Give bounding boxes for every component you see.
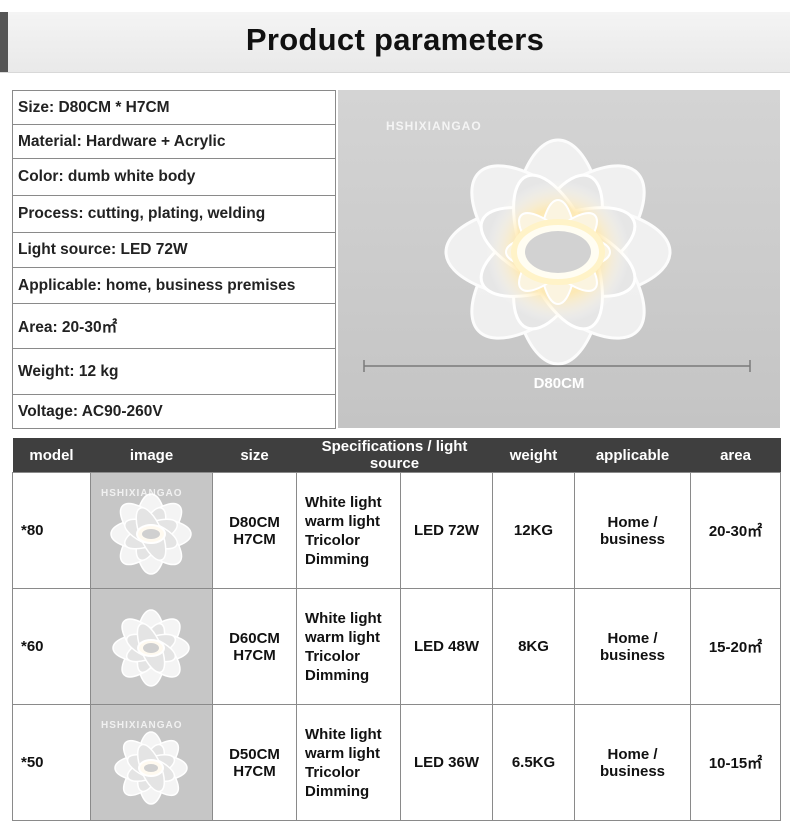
row-size: D80CM H7CM	[212, 472, 297, 589]
spec-material: Material: Hardware + Acrylic	[12, 124, 336, 159]
spec-line: Tricolor	[305, 763, 361, 781]
header-applicable: applicable	[574, 438, 691, 473]
row-area: 20-30㎡	[690, 472, 781, 589]
applicable-line: Home /	[607, 745, 658, 763]
table-row: *50 HSHIXIANGAO D50CM H7CM White light w…	[12, 704, 781, 821]
size-height: H7CM	[233, 646, 276, 664]
row-weight: 6.5KG	[492, 704, 575, 821]
size-diameter: D50CM	[229, 745, 280, 763]
table-header-row: model image size Specifications / light …	[12, 438, 781, 473]
header-size: size	[212, 438, 297, 473]
spec-color: Color: dumb white body	[12, 158, 336, 196]
spec-size: Size: D80CM * H7CM	[12, 90, 336, 125]
model-table: model image size Specifications / light …	[12, 438, 781, 821]
dimension-label: D80CM	[533, 375, 585, 392]
spec-line: Dimming	[305, 782, 370, 800]
row-model: *50	[12, 704, 91, 821]
spec-line: warm light	[305, 512, 381, 530]
row-light-source: LED 72W	[400, 472, 493, 589]
title-bar: Product parameters	[0, 12, 790, 73]
row-image: HSHIXIANGAO	[90, 472, 213, 589]
row-size: D50CM H7CM	[212, 704, 297, 821]
row-weight: 8KG	[492, 588, 575, 705]
size-diameter: D60CM	[229, 629, 280, 647]
spec-line: warm light	[305, 744, 381, 762]
header-weight: weight	[492, 438, 575, 473]
spec-line: Tricolor	[305, 531, 361, 549]
row-model: *80	[12, 472, 91, 589]
page-title: Product parameters	[245, 22, 545, 57]
header-image: image	[90, 438, 213, 473]
row-spec-lines: White light warm light Tricolor Dimming	[296, 704, 401, 821]
applicable-line: business	[599, 530, 666, 548]
size-diameter: D80CM	[229, 513, 280, 531]
header-area: area	[690, 438, 781, 473]
row-area: 10-15㎡	[690, 704, 781, 821]
spec-list: Size: D80CM * H7CM Material: Hardware + …	[12, 90, 336, 429]
spec-line: Tricolor	[305, 647, 361, 665]
row-applicable: Home / business	[574, 588, 691, 705]
applicable-line: business	[599, 762, 666, 780]
spec-light-source: Light source: LED 72W	[12, 232, 336, 268]
row-area: 15-20㎡	[690, 588, 781, 705]
size-height: H7CM	[233, 530, 276, 548]
table-row: *60 D60CM H7CM White light warm light Tr…	[12, 588, 781, 705]
table-row: *80 HSHIXIANGAO D80CM H7CM White light w…	[12, 472, 781, 589]
row-spec-lines: White light warm light Tricolor Dimming	[296, 472, 401, 589]
applicable-line: Home /	[607, 629, 658, 647]
row-image: HSHIXIANGAO	[90, 704, 213, 821]
product-thumbnail: HSHIXIANGAO	[91, 473, 211, 588]
spec-line: warm light	[305, 628, 381, 646]
lamp-thumbnail-illustration	[91, 589, 211, 704]
row-light-source: LED 36W	[400, 704, 493, 821]
row-applicable: Home / business	[574, 472, 691, 589]
spec-line: White light	[305, 493, 382, 511]
spec-applicable: Applicable: home, business premises	[12, 267, 336, 304]
product-thumbnail: HSHIXIANGAO	[91, 705, 211, 820]
spec-line: Dimming	[305, 550, 370, 568]
header-model: model	[12, 438, 91, 473]
applicable-line: Home /	[607, 513, 658, 531]
product-thumbnail	[91, 589, 211, 704]
row-size: D60CM H7CM	[212, 588, 297, 705]
row-applicable: Home / business	[574, 704, 691, 821]
spec-line: White light	[305, 725, 382, 743]
header-specifications: Specifications / light source	[296, 438, 493, 473]
row-spec-lines: White light warm light Tricolor Dimming	[296, 588, 401, 705]
spec-line: White light	[305, 609, 382, 627]
applicable-line: business	[599, 646, 666, 664]
watermark-text: HSHIXIANGAO	[101, 719, 183, 731]
size-height: H7CM	[233, 762, 276, 780]
spec-voltage: Voltage: AC90-260V	[12, 394, 336, 429]
spec-process: Process: cutting, plating, welding	[12, 195, 336, 233]
watermark-text: HSHIXIANGAO	[386, 119, 482, 133]
spec-area: Area: 20-30㎡	[12, 303, 336, 349]
product-photo: HSHIXIANGAO D80CM	[338, 90, 780, 428]
spec-weight: Weight: 12 kg	[12, 348, 336, 395]
spec-line: Dimming	[305, 666, 370, 684]
row-model: *60	[12, 588, 91, 705]
row-image	[90, 588, 213, 705]
row-light-source: LED 48W	[400, 588, 493, 705]
row-weight: 12KG	[492, 472, 575, 589]
watermark-text: HSHIXIANGAO	[101, 487, 183, 499]
